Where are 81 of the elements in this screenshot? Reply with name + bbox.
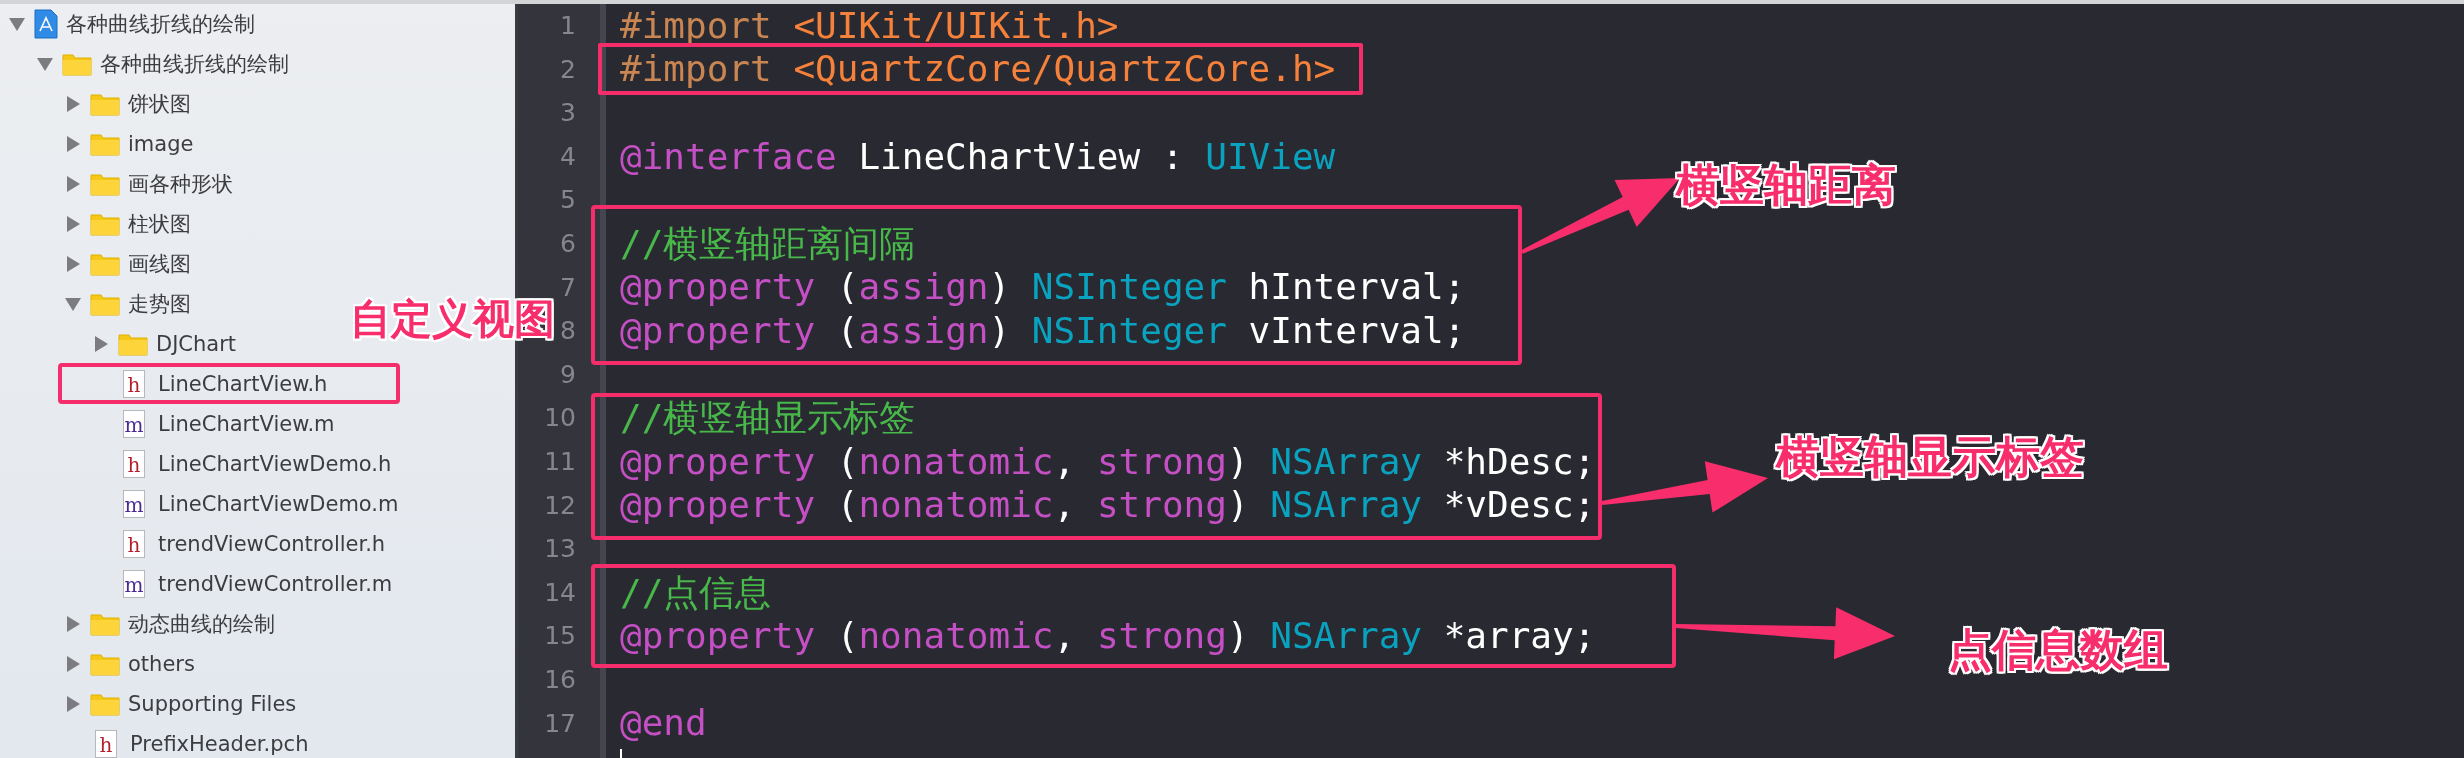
file-tree-item[interactable]: 画线图 xyxy=(128,250,191,278)
file-tree-item[interactable]: 柱状图 xyxy=(128,210,191,238)
code-line: @property (assign) NSInteger hInterval; xyxy=(620,269,1466,306)
disclosure-triangle[interactable] xyxy=(36,55,54,73)
line-number: 14 xyxy=(544,576,576,609)
disclosure-triangle[interactable] xyxy=(64,135,82,153)
folder-icon xyxy=(90,132,120,156)
disclosure-triangle[interactable] xyxy=(64,175,82,193)
code-line: @end xyxy=(620,705,707,742)
annotation-label: 横竖轴距离 xyxy=(1676,160,1896,211)
file-tree-item[interactable]: 动态曲线的绘制 xyxy=(128,610,275,638)
folder-icon xyxy=(62,52,92,76)
file-tree-item[interactable]: LineChartViewDemo.h xyxy=(158,452,392,476)
code-line: @property (nonatomic, strong) NSArray *vDesc; xyxy=(620,487,1596,524)
line-number: 11 xyxy=(544,445,576,478)
disclosure-triangle[interactable] xyxy=(64,215,82,233)
line-number: 5 xyxy=(560,184,576,217)
file-icon: h xyxy=(123,370,145,398)
line-number: 17 xyxy=(544,707,576,740)
file-icon: h xyxy=(123,450,145,478)
line-number: 7 xyxy=(560,271,576,304)
folder-icon xyxy=(90,612,120,636)
file-tree-item[interactable]: PrefixHeader.pch xyxy=(130,732,309,756)
file-icon: h xyxy=(123,530,145,558)
line-number: 1 xyxy=(560,10,576,42)
file-tree-item[interactable]: LineChartViewDemo.m xyxy=(158,492,399,516)
file-tree-item[interactable]: DJChart xyxy=(156,332,237,356)
file-tree-item[interactable]: trendViewController.m xyxy=(158,572,393,596)
disclosure-triangle[interactable] xyxy=(64,95,82,113)
line-number: 2 xyxy=(560,53,576,86)
folder-icon xyxy=(90,92,120,116)
code-line: //点信息 xyxy=(620,574,772,611)
disclosure-triangle[interactable] xyxy=(64,655,82,673)
code-line: //横竖轴距离间隔 xyxy=(620,225,916,262)
code-line: @interface LineChartView : UIView xyxy=(620,138,1336,175)
folder-icon xyxy=(118,332,148,356)
code-line: @property (nonatomic, strong) NSArray *hDesc; xyxy=(620,443,1596,480)
line-number: 12 xyxy=(544,489,576,522)
code-line: //横竖轴显示标签 xyxy=(620,400,916,437)
file-tree-item[interactable]: LineChartView.h xyxy=(158,372,328,396)
disclosure-triangle[interactable] xyxy=(64,695,82,713)
file-icon: m xyxy=(123,410,145,438)
line-number: 8 xyxy=(560,315,576,348)
file-tree-item[interactable]: Supporting Files xyxy=(128,692,297,716)
code-line: @property (assign) NSInteger vInterval; xyxy=(620,313,1466,349)
line-number: 13 xyxy=(544,533,576,566)
file-tree-item[interactable]: 画各种形状 xyxy=(128,170,233,198)
file-tree-item[interactable]: 各种曲线折线的绘制 xyxy=(66,10,255,38)
file-tree-item[interactable]: LineChartView.m xyxy=(158,412,335,436)
annotation-label: 点信息数组 xyxy=(1948,625,2168,676)
line-number: 6 xyxy=(560,227,576,260)
file-icon: m xyxy=(123,490,145,518)
line-number: 9 xyxy=(560,358,576,391)
file-tree-item[interactable]: 走势图 xyxy=(128,290,191,318)
folder-icon xyxy=(90,172,120,196)
line-number: 16 xyxy=(544,663,576,696)
file-icon: h xyxy=(95,730,117,758)
annotation-label: 横竖轴显示标签 xyxy=(1776,432,2084,483)
code-line: #import <UIKit/UIKit.h> xyxy=(620,7,1119,44)
line-number: 15 xyxy=(544,620,576,653)
disclosure-triangle[interactable] xyxy=(64,295,82,313)
file-tree-item[interactable]: image xyxy=(128,132,194,156)
disclosure-triangle[interactable] xyxy=(64,255,82,273)
file-tree-item[interactable]: 各种曲线折线的绘制 xyxy=(100,50,289,78)
disclosure-triangle[interactable] xyxy=(92,335,110,353)
folder-icon xyxy=(90,292,120,316)
line-number: 10 xyxy=(544,402,576,435)
file-icon: m xyxy=(123,570,145,598)
folder-icon xyxy=(90,652,120,676)
file-tree-item[interactable]: trendViewController.h xyxy=(158,532,386,556)
folder-icon xyxy=(90,252,120,276)
disclosure-triangle[interactable] xyxy=(8,15,26,33)
file-tree-item[interactable]: 饼状图 xyxy=(128,90,191,118)
project-file-icon xyxy=(34,9,58,39)
line-number: 4 xyxy=(560,140,576,173)
file-tree-item[interactable]: others xyxy=(128,652,195,676)
disclosure-triangle[interactable] xyxy=(64,615,82,633)
folder-icon xyxy=(90,212,120,236)
folder-icon xyxy=(90,692,120,716)
line-number: 3 xyxy=(560,97,576,130)
code-line: @property (nonatomic, strong) NSArray *array; xyxy=(620,618,1596,655)
